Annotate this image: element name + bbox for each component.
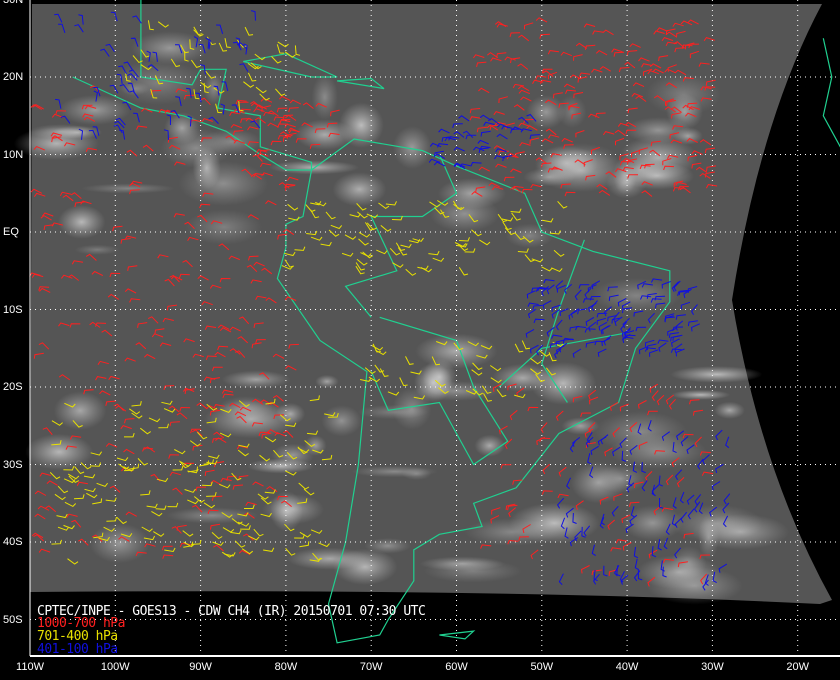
cloud [321,405,362,437]
cloud [131,31,210,65]
cloud [415,333,498,369]
cloud [714,401,745,419]
cloud [606,166,647,199]
lat-label: 20S [3,381,23,393]
cloud [81,183,175,194]
lon-label: 110W [16,661,44,673]
cloud [671,389,731,400]
cloud [304,435,327,456]
lon-label: 70W [359,661,383,673]
cloud [109,60,206,105]
cloud [74,244,120,255]
cloud [57,205,106,239]
cloud [645,73,721,116]
lon-label: 100W [100,661,130,673]
cloud [89,523,150,564]
satellite-map [13,0,840,657]
lat-label: 10S [3,303,23,316]
cloud [622,505,684,541]
cloud [636,555,721,590]
cloud [275,402,306,425]
cloud [357,404,429,420]
cloud [351,465,439,478]
cloud [58,94,131,126]
lat-label: 30S [3,458,23,471]
cloud [591,278,682,313]
lon-label: 20W [786,661,809,673]
lat-label: 40S [3,536,23,548]
cloud [53,391,107,430]
cloud [311,73,338,120]
cloud [164,112,201,145]
lat-label: 10N [3,148,24,161]
lon-label: 60W [445,661,468,673]
cloud [561,417,600,435]
cloud [557,95,587,128]
cloud [437,178,506,209]
lat-label: 30N [3,0,23,6]
cloud [595,464,646,493]
cloud [698,514,720,561]
cloud [178,161,269,206]
coastline-border [822,38,840,148]
cloud [247,458,315,474]
lon-label: 90W [189,661,212,673]
lat-label: 20N [3,71,24,83]
cloud [315,374,339,389]
cloud [670,366,763,383]
cloud [423,559,522,583]
lon-label: 40W [615,661,639,673]
legend-high-level: 401-100 hPa [37,642,118,657]
lat-label: EQ [3,226,19,238]
cloud [221,370,291,389]
cloud [392,126,432,169]
lon-label: 30W [701,661,724,673]
lat-label: 50S [3,613,23,626]
lon-label: 80W [274,661,298,673]
cloud [332,172,387,207]
cloud [505,223,554,248]
cloud [286,547,373,570]
lon-label: 50W [530,661,554,673]
